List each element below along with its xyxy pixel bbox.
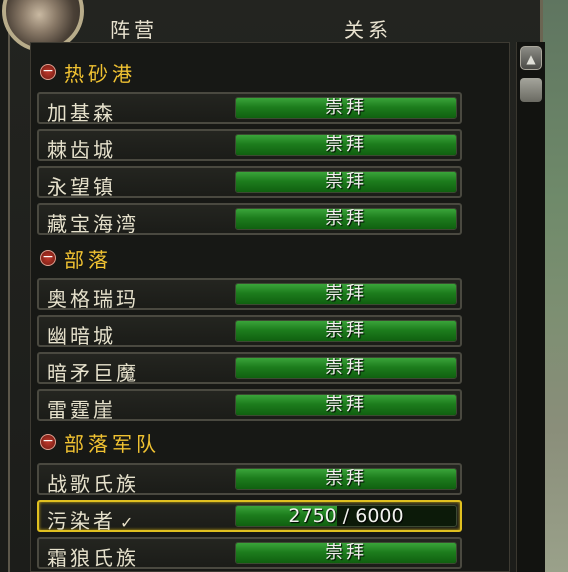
group-header-horde-forces[interactable]: − 部落军队	[40, 427, 160, 457]
faction-column-header[interactable]: 阵营	[110, 14, 158, 43]
scroll-thumb[interactable]	[520, 78, 542, 102]
faction-row[interactable]: 加基森 崇拜	[37, 92, 462, 125]
standing-label: 崇拜	[325, 357, 367, 378]
reputation-panel: 阵营 关系 ▲ − 热砂港 加基森 崇拜 棘齿城 崇拜 永望镇 崇拜 藏宝海湾 …	[2, 0, 545, 572]
faction-row-selected[interactable]: 污染者 ✓ 2750 / 6000	[37, 500, 462, 533]
faction-name: 霜狼氏族	[47, 546, 139, 570]
reputation-bar: 崇拜	[235, 97, 457, 119]
standing-label: 崇拜	[325, 394, 367, 415]
faction-row[interactable]: 雷霆崖 崇拜	[37, 389, 462, 422]
standing-column-header[interactable]: 关系	[344, 14, 392, 43]
group-label: 部落	[64, 247, 112, 272]
reputation-bar: 崇拜	[235, 171, 457, 193]
group-label: 部落军队	[64, 431, 160, 456]
faction-row[interactable]: 奥格瑞玛 崇拜	[37, 278, 462, 311]
reputation-bar: 崇拜	[235, 357, 457, 379]
faction-name: 幽暗城	[47, 324, 116, 348]
standing-label: 崇拜	[325, 320, 367, 341]
faction-row[interactable]: 幽暗城 崇拜	[37, 315, 462, 348]
standing-label: 崇拜	[325, 134, 367, 155]
collapse-icon[interactable]: −	[40, 434, 56, 450]
reputation-value: 2750 / 6000	[288, 505, 404, 527]
reputation-bar: 崇拜	[235, 468, 457, 490]
faction-name: 藏宝海湾	[47, 212, 139, 236]
reputation-bar: 2750 / 6000	[235, 505, 457, 527]
faction-row[interactable]: 暗矛巨魔 崇拜	[37, 352, 462, 385]
reputation-bar: 崇拜	[235, 208, 457, 230]
standing-label: 崇拜	[325, 97, 367, 118]
collapse-icon[interactable]: −	[40, 250, 56, 266]
faction-name: 暗矛巨魔	[47, 361, 139, 385]
scrollbar[interactable]: ▲	[516, 42, 545, 572]
faction-name: 棘齿城	[47, 138, 116, 162]
reputation-bar: 崇拜	[235, 542, 457, 564]
check-icon: ✓	[120, 513, 134, 532]
reputation-bar: 崇拜	[235, 320, 457, 342]
faction-name: 雷霆崖	[47, 398, 116, 422]
reputation-bar: 崇拜	[235, 394, 457, 416]
group-header-steamwheedle[interactable]: − 热砂港	[40, 57, 136, 87]
faction-name: 污染者 ✓	[47, 509, 134, 533]
reputation-bar: 崇拜	[235, 283, 457, 305]
faction-name: 加基森	[47, 101, 116, 125]
faction-name: 战歌氏族	[47, 472, 139, 496]
faction-row[interactable]: 藏宝海湾 崇拜	[37, 203, 462, 236]
faction-row[interactable]: 霜狼氏族 崇拜	[37, 537, 462, 570]
scroll-up-icon[interactable]: ▲	[520, 46, 542, 70]
standing-label: 崇拜	[325, 468, 367, 489]
collapse-icon[interactable]: −	[40, 64, 56, 80]
standing-label: 崇拜	[325, 171, 367, 192]
faction-row[interactable]: 永望镇 崇拜	[37, 166, 462, 199]
faction-row[interactable]: 战歌氏族 崇拜	[37, 463, 462, 496]
group-label: 热砂港	[64, 61, 136, 86]
reputation-bar: 崇拜	[235, 134, 457, 156]
faction-name: 永望镇	[47, 175, 116, 199]
standing-label: 崇拜	[325, 542, 367, 563]
faction-name: 奥格瑞玛	[47, 287, 139, 311]
group-header-horde[interactable]: − 部落	[40, 243, 112, 273]
standing-label: 崇拜	[325, 283, 367, 304]
faction-row[interactable]: 棘齿城 崇拜	[37, 129, 462, 162]
standing-label: 崇拜	[325, 208, 367, 229]
